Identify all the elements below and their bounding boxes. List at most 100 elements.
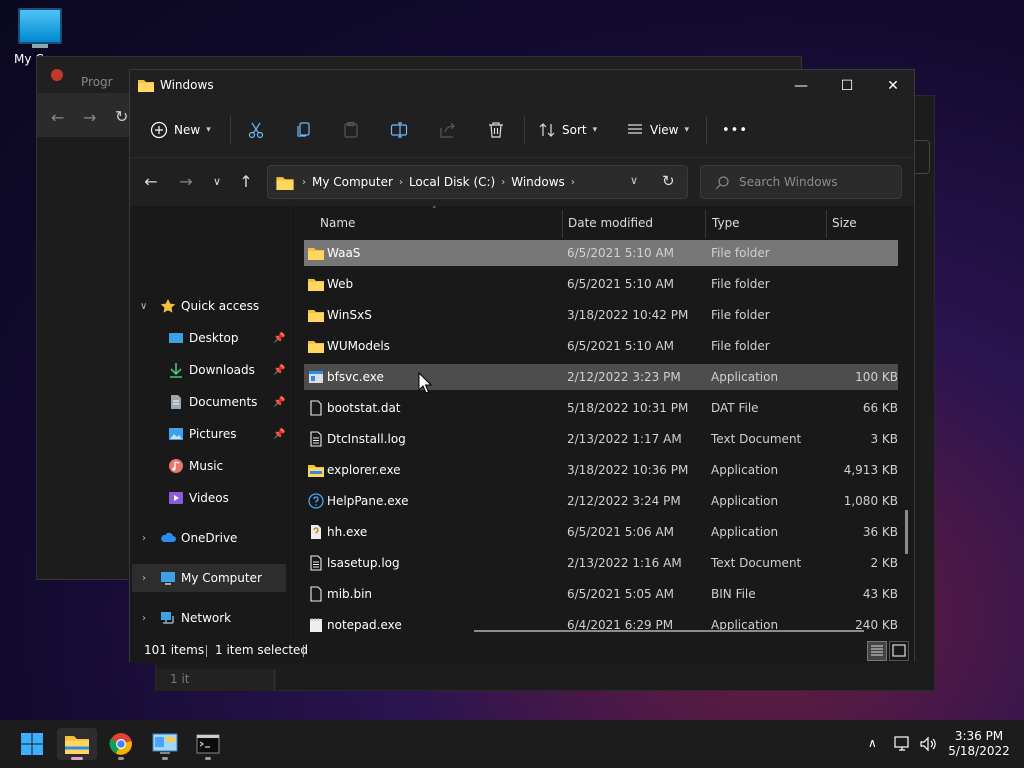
copy-button[interactable] bbox=[295, 118, 319, 142]
breadcrumb-local-disk[interactable]: Local Disk (C:) bbox=[409, 175, 495, 189]
search-box[interactable] bbox=[700, 165, 902, 199]
breadcrumb-my-computer[interactable]: My Computer bbox=[312, 175, 393, 189]
pin-icon[interactable]: 📌 bbox=[273, 365, 285, 376]
copy-icon bbox=[297, 122, 310, 137]
nav-item-pictures[interactable]: Pictures 📌 bbox=[130, 420, 288, 448]
file-row[interactable]: HelpPane.exe 2/12/2022 3:24 PM Applicati… bbox=[304, 488, 898, 514]
view-button[interactable]: View ▾ bbox=[626, 118, 689, 142]
browser-back-icon[interactable]: ← bbox=[51, 108, 64, 127]
breadcrumb-windows[interactable]: Windows bbox=[511, 175, 565, 189]
tray-overflow-icon[interactable]: ∧ bbox=[868, 736, 877, 750]
windows-logo-icon bbox=[21, 733, 43, 755]
column-header-name[interactable]: Name bbox=[320, 216, 355, 230]
sort-label: Sort bbox=[562, 123, 587, 137]
network-icon bbox=[161, 612, 174, 624]
vertical-scrollbar[interactable] bbox=[905, 510, 908, 554]
nav-item-network[interactable]: › Network bbox=[130, 604, 288, 632]
volume-icon[interactable] bbox=[919, 736, 937, 752]
refresh-icon[interactable]: ↻ bbox=[662, 172, 675, 190]
chevron-down-icon: ▾ bbox=[592, 125, 598, 135]
chevron-down-icon: ▾ bbox=[206, 125, 211, 135]
file-list[interactable]: ˄ Name Date modified Type Size WaaS 6/5/… bbox=[291, 206, 916, 639]
address-bar[interactable]: › My Computer › Local Disk (C:) › Window… bbox=[267, 165, 688, 199]
nav-item-downloads[interactable]: Downloads 📌 bbox=[130, 356, 288, 384]
file-row[interactable]: WinSxS 3/18/2022 10:42 PM File folder bbox=[304, 302, 898, 328]
minimize-button[interactable]: — bbox=[778, 70, 824, 102]
nav-item-documents[interactable]: Documents 📌 bbox=[130, 388, 288, 416]
nav-item-onedrive[interactable]: › OneDrive bbox=[130, 524, 288, 552]
file-row[interactable]: notepad.exe 6/4/2021 6:29 PM Application… bbox=[304, 612, 898, 638]
paste-button[interactable] bbox=[342, 118, 366, 142]
nav-label: OneDrive bbox=[181, 531, 238, 545]
forward-button[interactable]: → bbox=[176, 172, 196, 192]
monitor-icon bbox=[18, 8, 62, 44]
file-row[interactable]: DtcInstall.log 2/13/2022 1:17 AM Text Do… bbox=[304, 426, 898, 452]
nav-item-desktop[interactable]: Desktop 📌 bbox=[130, 324, 288, 352]
more-options-button[interactable]: ••• bbox=[722, 118, 748, 142]
file-row[interactable]: explorer.exe 3/18/2022 10:36 PM Applicat… bbox=[304, 457, 898, 483]
status-bar: 101 items 1 item selected bbox=[130, 639, 914, 663]
chevron-right-icon[interactable]: › bbox=[142, 613, 146, 624]
address-dropdown-icon[interactable]: ∨ bbox=[630, 174, 638, 187]
file-row[interactable]: WaaS 6/5/2021 5:10 AM File folder bbox=[304, 240, 898, 266]
search-icon bbox=[715, 176, 729, 190]
cut-button[interactable] bbox=[247, 118, 271, 142]
taskbar-chrome[interactable] bbox=[101, 728, 141, 760]
pin-icon[interactable]: 📌 bbox=[273, 397, 285, 408]
delete-button[interactable] bbox=[487, 118, 511, 142]
up-button[interactable]: ↑ bbox=[236, 172, 256, 192]
title-bar[interactable]: Windows — ☐ ✕ bbox=[130, 70, 914, 102]
nav-item-videos[interactable]: Videos bbox=[130, 484, 288, 512]
share-button[interactable] bbox=[439, 118, 463, 142]
nav-item-music[interactable]: Music bbox=[130, 452, 288, 480]
file-type: File folder bbox=[711, 308, 770, 322]
file-size: 2 KB bbox=[870, 556, 898, 570]
chevron-right-icon[interactable]: › bbox=[142, 533, 146, 544]
file-explorer-window[interactable]: Windows — ☐ ✕ New ▾ Sort ▾ View ▾ ••• ← … bbox=[129, 69, 916, 663]
chevron-down-icon[interactable]: ∨ bbox=[140, 301, 147, 312]
horizontal-scrollbar[interactable] bbox=[474, 630, 864, 632]
details-view-button[interactable] bbox=[867, 641, 887, 661]
browser-tab-label[interactable]: Progr bbox=[81, 75, 113, 89]
rename-button[interactable] bbox=[390, 118, 414, 142]
start-button[interactable] bbox=[12, 728, 52, 760]
file-row[interactable]: mib.bin 6/5/2021 5:05 AM BIN File 43 KB bbox=[304, 581, 898, 607]
network-status-icon[interactable] bbox=[894, 736, 912, 752]
taskbar-file-explorer[interactable] bbox=[57, 728, 97, 760]
file-row[interactable]: bfsvc.exe 2/12/2022 3:23 PM Application … bbox=[304, 364, 898, 390]
nav-item-quick-access[interactable]: ∨ Quick access bbox=[130, 292, 288, 320]
chevron-right-icon[interactable]: › bbox=[142, 573, 146, 584]
chevron-down-icon: ▾ bbox=[684, 125, 690, 135]
system-clock[interactable]: 3:36 PM 5/18/2022 bbox=[945, 729, 1013, 759]
column-header-date[interactable]: Date modified bbox=[568, 216, 653, 230]
search-input[interactable] bbox=[739, 175, 889, 189]
browser-refresh-icon[interactable]: ↻ bbox=[115, 107, 128, 126]
column-header-size[interactable]: Size bbox=[832, 216, 857, 230]
file-row[interactable]: bootstat.dat 5/18/2022 10:31 PM DAT File… bbox=[304, 395, 898, 421]
close-button[interactable]: ✕ bbox=[870, 70, 916, 102]
browser-forward-icon[interactable]: → bbox=[83, 108, 96, 127]
file-date: 2/12/2022 3:23 PM bbox=[567, 370, 681, 384]
file-row[interactable]: lsasetup.log 2/13/2022 1:16 AM Text Docu… bbox=[304, 550, 898, 576]
file-row[interactable]: hh.exe 6/5/2021 5:06 AM Application 36 K… bbox=[304, 519, 898, 545]
maximize-button[interactable]: ☐ bbox=[824, 70, 870, 102]
back-button[interactable]: ← bbox=[141, 172, 161, 192]
file-row[interactable]: Web 6/5/2021 5:10 AM File folder bbox=[304, 271, 898, 297]
file-type: DAT File bbox=[711, 401, 759, 415]
nav-item-my-computer[interactable]: › My Computer bbox=[132, 564, 286, 592]
new-button[interactable]: New ▾ bbox=[150, 118, 211, 142]
taskbar-control-panel[interactable] bbox=[145, 728, 185, 760]
column-header-type[interactable]: Type bbox=[712, 216, 740, 230]
sort-button[interactable]: Sort ▾ bbox=[538, 118, 597, 142]
pin-icon[interactable]: 📌 bbox=[273, 429, 285, 440]
pin-icon[interactable]: 📌 bbox=[273, 333, 285, 344]
file-date: 6/5/2021 5:06 AM bbox=[567, 525, 675, 539]
file-name: bfsvc.exe bbox=[327, 370, 384, 384]
file-date: 3/18/2022 10:36 PM bbox=[567, 463, 689, 477]
folder-icon bbox=[65, 736, 89, 754]
tiles-view-button[interactable] bbox=[889, 641, 909, 661]
clock-date: 5/18/2022 bbox=[948, 744, 1010, 758]
recent-locations-button[interactable]: ∨ bbox=[207, 175, 227, 195]
file-row[interactable]: WUModels 6/5/2021 5:10 AM File folder bbox=[304, 333, 898, 359]
taskbar-terminal[interactable] bbox=[188, 728, 228, 760]
